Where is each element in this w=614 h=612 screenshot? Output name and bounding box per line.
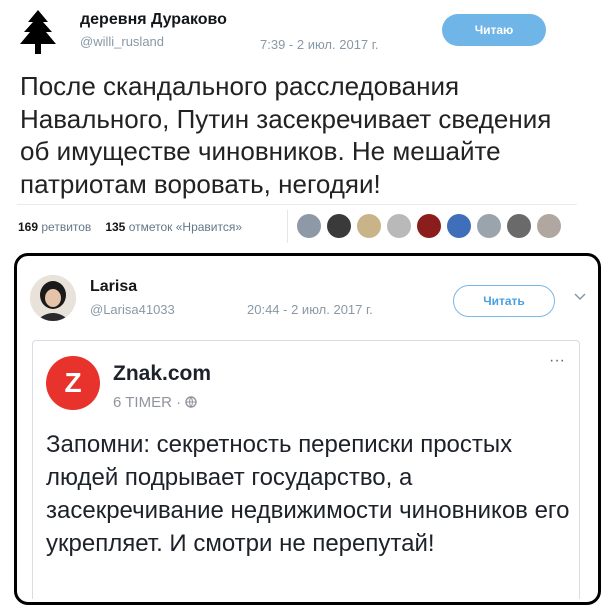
liker-avatar[interactable] bbox=[417, 214, 441, 238]
user-handle[interactable]: @willi_rusland bbox=[80, 34, 164, 49]
globe-icon bbox=[185, 396, 197, 408]
znak-logo[interactable]: Z bbox=[46, 356, 100, 410]
woman-avatar-icon bbox=[30, 275, 76, 321]
liker-avatar[interactable] bbox=[537, 214, 561, 238]
liker-avatar[interactable] bbox=[327, 214, 351, 238]
more-options-icon[interactable]: ··· bbox=[549, 352, 565, 370]
liker-avatar[interactable] bbox=[477, 214, 501, 238]
stats-divider bbox=[287, 210, 288, 243]
tweet-timestamp[interactable]: 7:39 - 2 июл. 2017 г. bbox=[260, 37, 379, 52]
embedded-timestamp[interactable]: 20:44 - 2 июл. 2017 г. bbox=[247, 302, 373, 317]
chevron-down-icon[interactable] bbox=[573, 292, 587, 302]
post-text: Запомни: секретность переписки простых л… bbox=[46, 431, 570, 557]
likes-stat[interactable]: 135 отметок «Нравится» bbox=[105, 220, 242, 234]
liker-avatar[interactable] bbox=[297, 214, 321, 238]
likes-count: 135 bbox=[105, 220, 126, 234]
divider bbox=[17, 204, 577, 205]
znak-logo-letter: Z bbox=[64, 367, 82, 398]
retweets-stat[interactable]: 169 ретвитов bbox=[18, 220, 91, 234]
larisa-avatar[interactable] bbox=[30, 275, 76, 321]
tweet-stats: 169 ретвитов 135 отметок «Нравится» bbox=[18, 220, 242, 234]
post-meta: 6 TIMER · bbox=[113, 394, 197, 411]
tree-avatar-icon[interactable] bbox=[18, 8, 58, 58]
retweets-label: ретвитов bbox=[41, 220, 92, 234]
following-button[interactable]: Читаю bbox=[442, 14, 546, 46]
liker-avatar[interactable] bbox=[447, 214, 471, 238]
post-time[interactable]: 6 TIMER · bbox=[113, 394, 185, 411]
embedded-display-name[interactable]: Larisa bbox=[90, 278, 137, 296]
liker-avatar[interactable] bbox=[357, 214, 381, 238]
liker-avatars bbox=[297, 214, 561, 242]
page-name[interactable]: Znak.com bbox=[113, 362, 211, 386]
display-name[interactable]: деревня Дураково bbox=[80, 11, 227, 29]
tweet-text: После скандального расследования Навальн… bbox=[20, 71, 552, 199]
follow-button[interactable]: Читать bbox=[453, 285, 555, 317]
embedded-user-handle[interactable]: @Larisa41033 bbox=[90, 302, 175, 317]
liker-avatar[interactable] bbox=[387, 214, 411, 238]
liker-avatar[interactable] bbox=[507, 214, 531, 238]
likes-label: отметок «Нравится» bbox=[128, 220, 243, 234]
retweets-count: 169 bbox=[18, 220, 39, 234]
